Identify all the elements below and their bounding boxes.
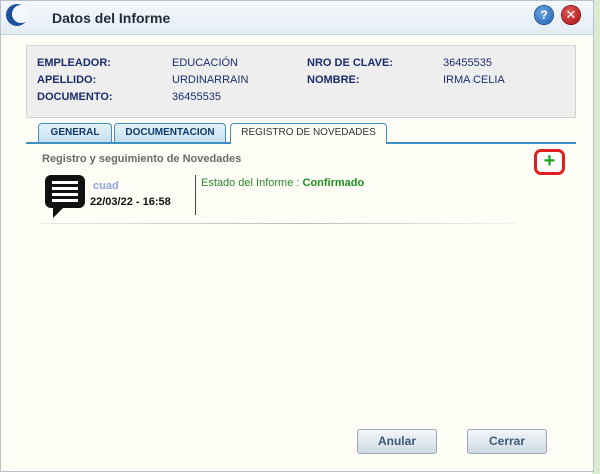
help-icon: ? (540, 8, 548, 22)
entry-status: Estado del Informe : Confirmado (201, 177, 364, 189)
plus-icon: + (543, 150, 556, 172)
entry-divider (195, 175, 196, 215)
close-button[interactable]: ✕ (562, 6, 580, 24)
tab-label: DOCUMENTACION (125, 127, 215, 138)
tab-label: REGISTRO DE NOVEDADES (241, 127, 376, 138)
entry-user: cuad (93, 180, 119, 192)
nombre-label: NOMBRE: (307, 74, 360, 86)
status-value: Confirmado (302, 177, 365, 189)
chat-bubble-icon (45, 175, 85, 218)
employee-info-panel: EMPLEADOR: EDUCACIÓN NRO DE CLAVE: 36455… (26, 45, 576, 118)
empleador-label: EMPLEADOR: (37, 57, 111, 69)
tab-documentacion[interactable]: DOCUMENTACION (114, 123, 226, 142)
documento-value: 36455535 (172, 91, 221, 103)
tab-general[interactable]: GENERAL (38, 123, 112, 142)
nro-clave-label: NRO DE CLAVE: (307, 57, 393, 69)
app-logo-icon (6, 4, 29, 26)
close-icon: ✕ (565, 7, 577, 22)
empleador-value: EDUCACIÓN (172, 57, 239, 69)
entry-datetime: 22/03/22 - 16:58 (90, 196, 171, 208)
add-novedad-button[interactable]: + (534, 149, 565, 175)
tab-label: GENERAL (50, 127, 100, 138)
section-title: Registro y seguimiento de Novedades (42, 153, 242, 165)
dialog: Datos del Informe ? ✕ EMPLEADOR: EDUCACI… (0, 0, 594, 472)
documento-label: DOCUMENTO: (37, 91, 113, 103)
apellido-value: URDINARRAIN (172, 74, 249, 86)
title-bar[interactable]: Datos del Informe ? ✕ (1, 1, 593, 35)
nro-clave-value: 36455535 (443, 57, 492, 69)
status-label: Estado del Informe : (201, 177, 303, 189)
entry-separator (41, 223, 517, 224)
apellido-label: APELLIDO: (37, 74, 97, 86)
cerrar-button[interactable]: Cerrar (467, 429, 547, 454)
nombre-value: IRMA CELIA (443, 74, 505, 86)
dialog-title: Datos del Informe (52, 10, 171, 26)
anular-button[interactable]: Anular (357, 429, 437, 454)
tab-registro-de-novedades[interactable]: REGISTRO DE NOVEDADES (230, 123, 387, 144)
help-button[interactable]: ? (535, 6, 553, 24)
